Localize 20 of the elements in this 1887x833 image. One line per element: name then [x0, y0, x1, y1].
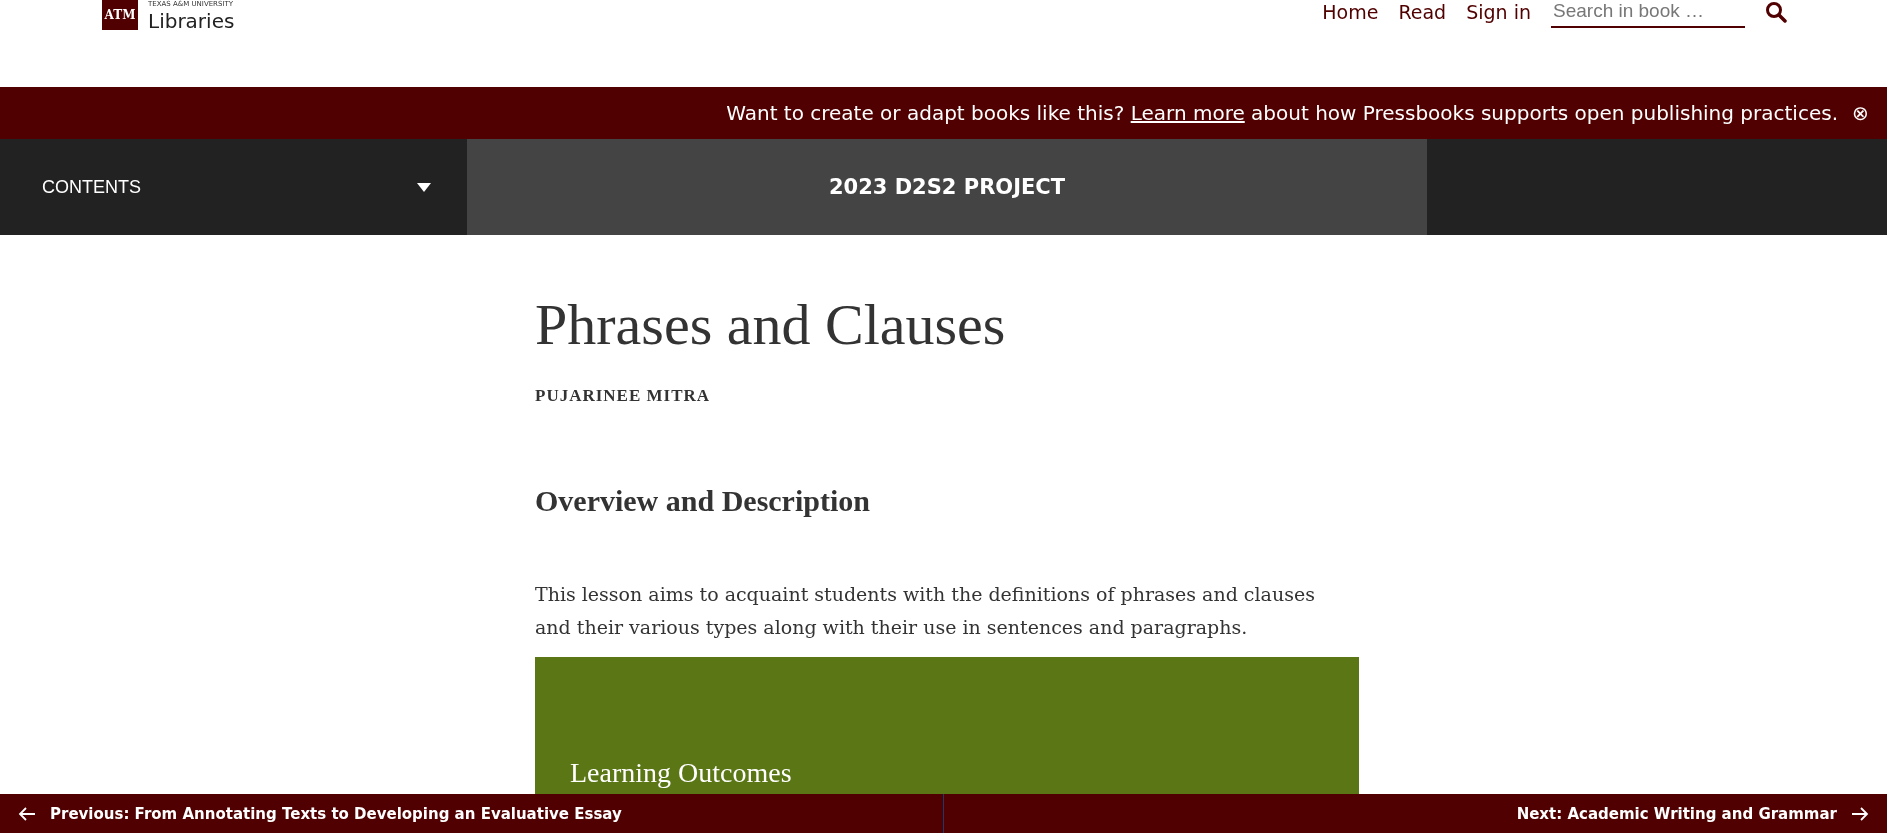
paragraph: This lesson aims to acquaint students with the definitions of phrases and clauses and their various types along with their use in sentences and paragraphs. — [535, 582, 1316, 640]
nav-link[interactable]: Sign in — [1466, 1, 1531, 23]
banner-text: Want to create or adapt books like this? Learn more about how Pressbooks supports open publishing practices. — [726, 101, 1838, 125]
nav-link[interactable]: Home — [1322, 1, 1379, 23]
next-link[interactable]: Next: Academic Writing and Grammar — [943, 794, 1887, 833]
logo-text[interactable]: Libraries — [148, 9, 235, 33]
logo-mark[interactable]: ATM — [102, 0, 138, 30]
section-heading: Overview and Description — [535, 484, 871, 518]
right-arrow-icon — [1851, 806, 1869, 821]
book-title[interactable]: 2023 D2S2 PROJECT — [467, 139, 1427, 235]
caret-icon — [417, 182, 431, 192]
chapter-author: PUJARINEE MITRA — [535, 386, 712, 406]
learn-more-link[interactable]: Learn more — [1130, 101, 1245, 125]
chapter-title: Phrases and Clauses — [535, 291, 1007, 358]
close-button[interactable]: ⊗ — [1852, 101, 1869, 125]
left-arrow-icon — [18, 806, 36, 821]
search-icon[interactable] — [1765, 1, 1787, 23]
previous-link[interactable]: Previous: From Annotating Texts to Developing an Evaluative Essay — [0, 794, 943, 833]
nav-link[interactable]: Read — [1398, 1, 1447, 23]
box-title: Learning Outcomes — [570, 757, 793, 789]
